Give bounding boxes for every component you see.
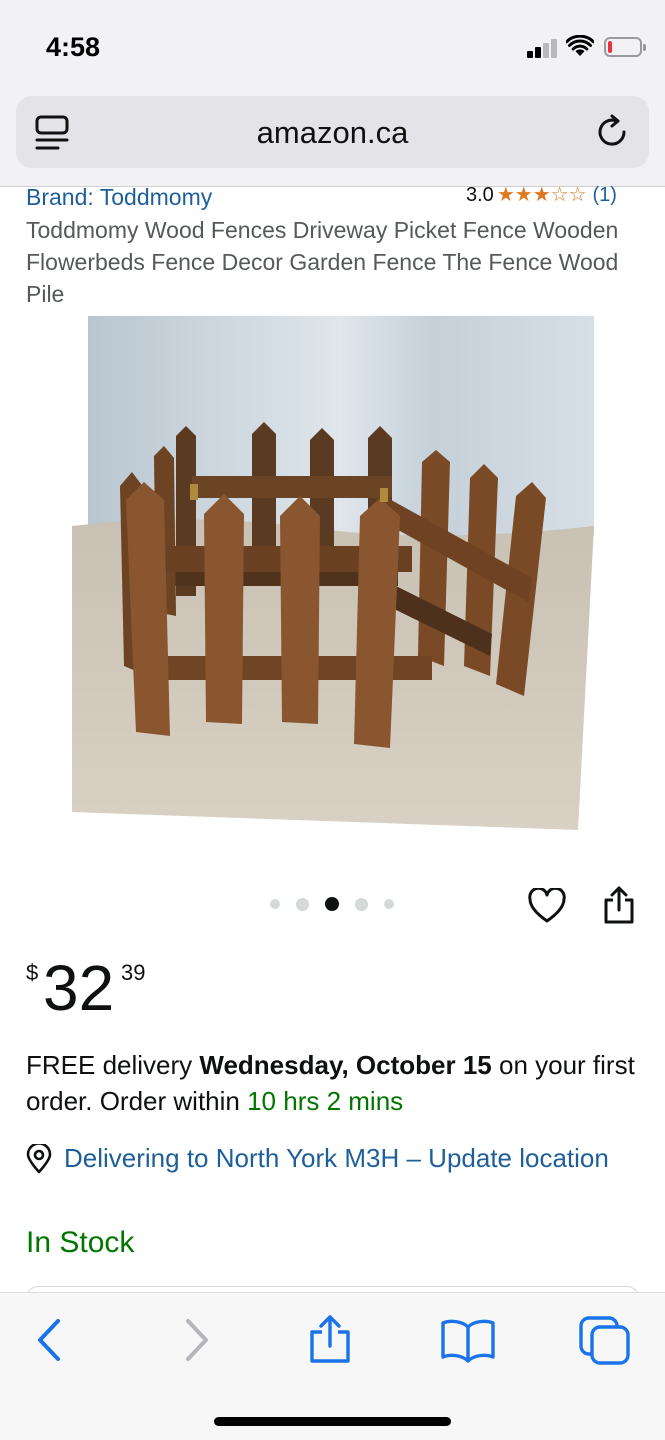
delivery-message: FREE delivery Wednesday, October 15 on y… [26,1047,638,1119]
delivery-countdown: 10 hrs 2 mins [247,1086,404,1116]
address-bar[interactable]: amazon.ca [16,96,649,168]
image-carousel-dots[interactable] [270,897,410,911]
star-empty-icon: ☆ [568,184,587,206]
product-image[interactable] [72,316,594,830]
star-full-icon: ★ [514,184,533,206]
carousel-dot[interactable] [296,897,309,911]
rating-count-link[interactable]: (1) [593,184,617,207]
share-icon[interactable] [602,885,636,925]
brand-link[interactable]: Brand: Toddmomy [26,184,212,211]
battery-icon [604,37,646,57]
url-text[interactable]: amazon.ca [16,115,649,151]
carousel-dot[interactable] [384,899,394,909]
back-icon[interactable] [26,1315,76,1365]
reload-icon[interactable] [594,114,630,150]
delivery-prefix: FREE delivery [26,1050,200,1080]
delivery-date: Wednesday, October 15 [199,1050,492,1080]
carousel-dot[interactable] [270,899,280,909]
status-time: 4:58 [46,32,101,62]
browser-chrome: 4:58 amazon.ca [0,0,665,186]
forward-icon[interactable] [170,1315,220,1365]
bookmarks-icon[interactable] [440,1315,496,1365]
home-indicator [214,1417,451,1426]
stock-status: In Stock [26,1226,135,1259]
price-fraction: 39 [121,960,146,985]
price-currency: $ [26,960,39,985]
rating-stars: ★ ★ ★ ☆ ☆ [497,183,587,207]
share-icon[interactable] [305,1315,355,1365]
tabs-icon[interactable] [578,1315,632,1365]
star-empty-icon: ☆ [550,184,569,206]
rating-value: 3.0 [466,183,494,206]
location-pin-icon [26,1144,52,1174]
price-whole: 32 [43,952,115,1024]
browser-toolbar [0,1292,665,1440]
star-full-icon: ★ [532,184,551,206]
rating-summary[interactable]: 3.0 ★ ★ ★ ☆ ☆ (1) [466,183,617,207]
wifi-icon [566,35,594,56]
cellular-signal-icon [527,38,559,58]
wishlist-heart-icon[interactable] [528,888,566,924]
star-full-icon: ★ [496,184,515,206]
carousel-dot[interactable] [355,897,368,911]
product-title: Toddmomy Wood Fences Driveway Picket Fen… [26,217,619,307]
carousel-dot-active[interactable] [325,897,339,911]
update-location-link[interactable]: Delivering to North York M3H – Update lo… [64,1140,624,1176]
